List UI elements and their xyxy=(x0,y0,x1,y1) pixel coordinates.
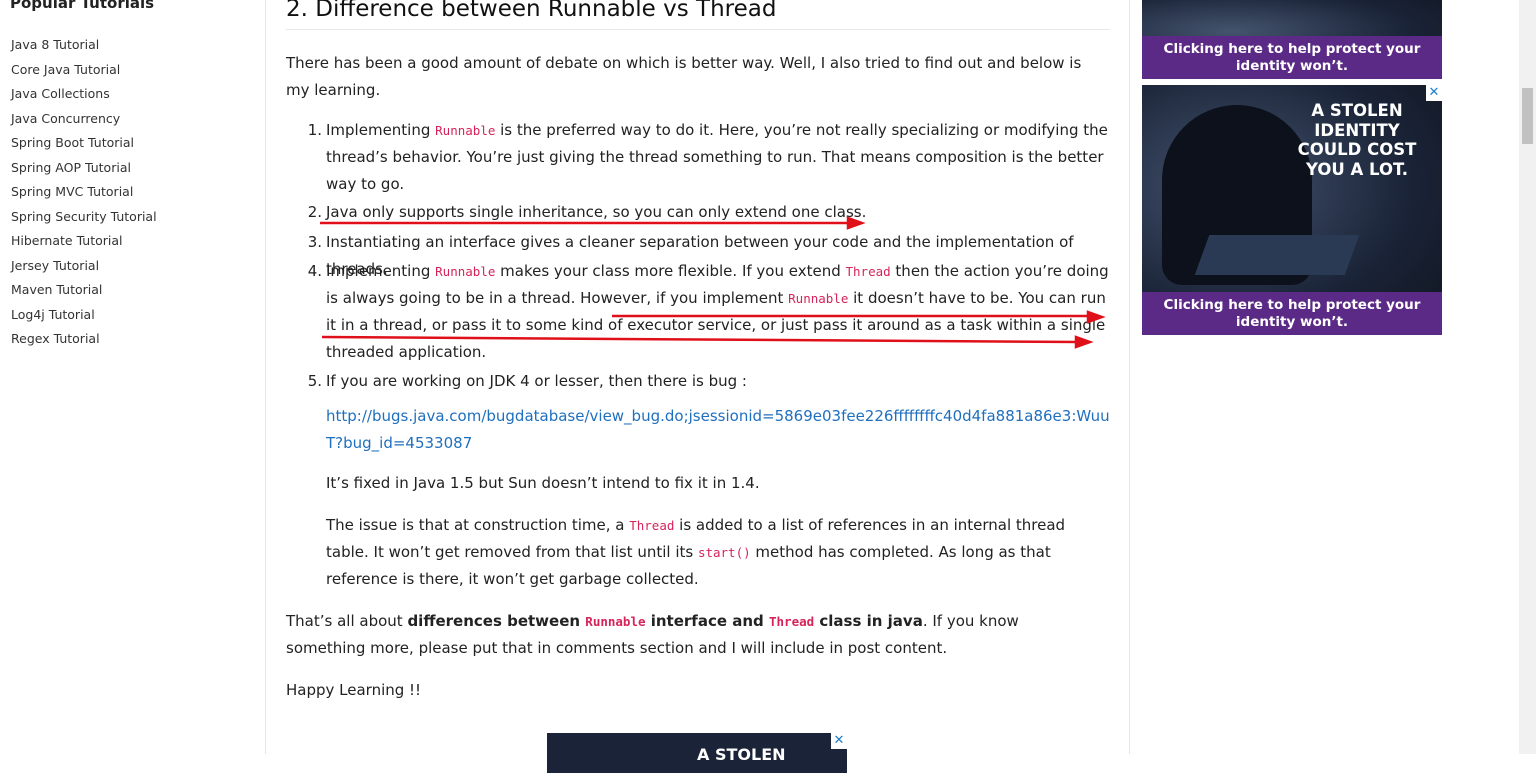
list-number: 2. xyxy=(307,203,322,221)
sidebar-item-core-java[interactable]: Core Java Tutorial xyxy=(11,61,157,86)
sidebar-item-java-concurrency[interactable]: Java Concurrency xyxy=(11,110,157,135)
issue-paragraph: The issue is that at construction time, … xyxy=(326,516,1066,588)
list-item: If you are working on JDK 4 or lesser, t… xyxy=(326,372,747,390)
list-number: 3. xyxy=(307,233,322,251)
ad-identity[interactable]: A STOLEN IDENTITY COULD COST YOU A LOT. … xyxy=(1142,85,1442,335)
inline-code: Thread xyxy=(845,264,891,279)
scrollbar-thumb[interactable] xyxy=(1522,88,1533,144)
sidebar-item-hibernate[interactable]: Hibernate Tutorial xyxy=(11,232,157,257)
ad-banner-text: Clicking here to help protect your ident… xyxy=(1142,292,1442,335)
sidebar-item-java8[interactable]: Java 8 Tutorial xyxy=(11,36,157,61)
inline-code: Thread xyxy=(629,518,675,533)
section-heading: 2. Difference between Runnable vs Thread xyxy=(286,0,1110,30)
ad-headline: A STOLEN IDENTITY COULD COST YOU A LOT. xyxy=(1297,101,1417,179)
sidebar-item-regex[interactable]: Regex Tutorial xyxy=(11,330,157,355)
close-icon[interactable]: ✕ xyxy=(831,733,847,749)
list-number: 1. xyxy=(307,121,322,139)
inline-code: Runnable xyxy=(435,264,496,279)
sidebar-item-log4j[interactable]: Log4j Tutorial xyxy=(11,306,157,331)
ad-top[interactable]: Clicking here to help protect your ident… xyxy=(1142,0,1442,79)
bug-link-wrap: http://bugs.java.com/bugdatabase/view_bu… xyxy=(326,403,1111,457)
close-icon[interactable]: ✕ xyxy=(1426,85,1442,101)
page-scrollbar[interactable] xyxy=(1519,0,1536,754)
list-item: Implementing Runnable makes your class m… xyxy=(326,262,1109,361)
list-item: Implementing Runnable is the preferred w… xyxy=(326,121,1108,193)
inline-code: start() xyxy=(697,545,751,560)
summary-paragraph: That’s all about differences between Run… xyxy=(286,612,1019,657)
inline-code: Runnable xyxy=(435,123,496,138)
list-item: Java only supports single inheritance, s… xyxy=(326,203,867,221)
inline-code: Runnable xyxy=(788,291,849,306)
sidebar-list: Java 8 Tutorial Core Java Tutorial Java … xyxy=(11,36,157,355)
list-number: 4. xyxy=(307,262,322,280)
sidebar-title: Popular Tutorials xyxy=(10,0,155,12)
sidebar-item-spring-security[interactable]: Spring Security Tutorial xyxy=(11,208,157,233)
inline-code: Thread xyxy=(769,614,815,629)
sidebar-item-spring-boot[interactable]: Spring Boot Tutorial xyxy=(11,134,157,159)
sidebar-item-jersey[interactable]: Jersey Tutorial xyxy=(11,257,157,282)
laptop-glow xyxy=(1194,235,1360,275)
closing-text: Happy Learning !! xyxy=(286,681,422,699)
list-number: 5. xyxy=(307,372,322,390)
sidebar-item-java-collections[interactable]: Java Collections xyxy=(11,85,157,110)
sidebar-item-spring-aop[interactable]: Spring AOP Tutorial xyxy=(11,159,157,184)
ad-headline: A STOLEN xyxy=(697,745,786,764)
fixed-note: It’s fixed in Java 1.5 but Sun doesn’t i… xyxy=(326,474,760,492)
sidebar-item-maven[interactable]: Maven Tutorial xyxy=(11,281,157,306)
sidebar-item-spring-mvc[interactable]: Spring MVC Tutorial xyxy=(11,183,157,208)
sidebar: Popular Tutorials Java 8 Tutorial Core J… xyxy=(0,0,266,754)
bug-link[interactable]: http://bugs.java.com/bugdatabase/view_bu… xyxy=(326,407,1110,452)
ad-bottom[interactable]: A STOLEN ✕ xyxy=(547,733,847,773)
intro-paragraph: There has been a good amount of debate o… xyxy=(286,54,1082,99)
inline-code: Runnable xyxy=(585,614,646,629)
ad-banner-text: Clicking here to help protect your ident… xyxy=(1142,36,1442,79)
article-content: 2. Difference between Runnable vs Thread… xyxy=(266,0,1130,754)
